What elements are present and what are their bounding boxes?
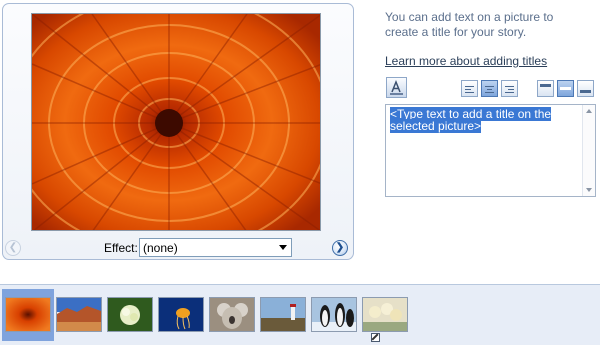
chevron-right-icon: ❯	[335, 242, 345, 253]
chevron-down-icon	[279, 245, 287, 250]
thumbnail-tulips[interactable]	[362, 297, 408, 332]
position-bottom-icon	[580, 90, 591, 93]
position-middle-icon	[560, 87, 571, 90]
next-picture-button[interactable]: ❯	[332, 240, 348, 256]
scroll-down-icon[interactable]	[586, 188, 592, 192]
chevron-left-icon: ❮	[8, 242, 18, 253]
position-bottom-button[interactable]	[577, 80, 594, 97]
effect-select[interactable]: (none)	[139, 238, 292, 257]
effect-label: Effect:	[104, 241, 138, 255]
flower-image	[32, 14, 320, 230]
preview-image	[31, 13, 321, 231]
thumbnail-hydrangeas[interactable]	[107, 297, 153, 332]
position-middle-button[interactable]	[557, 80, 574, 97]
position-top-icon	[540, 84, 551, 87]
align-right-button[interactable]	[501, 80, 518, 97]
position-top-button[interactable]	[537, 80, 554, 97]
thumbnail-lighthouse[interactable]	[260, 297, 306, 332]
title-text-area[interactable]: <Type text to add a title on the selecte…	[385, 104, 596, 197]
align-center-icon	[485, 84, 494, 93]
align-right-icon	[505, 84, 514, 93]
scroll-up-icon[interactable]	[586, 109, 592, 113]
thumbnail-jellyfish[interactable]	[158, 297, 204, 332]
thumbnail-desert[interactable]	[56, 297, 102, 332]
font-color-button[interactable]	[386, 77, 407, 98]
thumbnail-koala[interactable]	[209, 297, 255, 332]
thumbnail-chrysanthemum[interactable]	[5, 297, 51, 332]
edit-title-icon	[371, 333, 380, 342]
text-area-scrollbar[interactable]	[582, 105, 595, 196]
previous-picture-button[interactable]: ❮	[5, 240, 21, 256]
thumbnail-penguins[interactable]	[311, 297, 357, 332]
filmstrip	[0, 284, 600, 345]
align-left-icon	[465, 84, 474, 93]
align-center-button[interactable]	[481, 80, 498, 97]
font-color-icon	[390, 79, 403, 95]
learn-more-link[interactable]: Learn more about adding titles	[385, 54, 547, 68]
title-info-text: You can add text on a picture to create …	[385, 10, 554, 39]
align-left-button[interactable]	[461, 80, 478, 97]
effect-select-value: (none)	[143, 241, 178, 255]
title-text-selection[interactable]: <Type text to add a title on the selecte…	[390, 107, 560, 133]
